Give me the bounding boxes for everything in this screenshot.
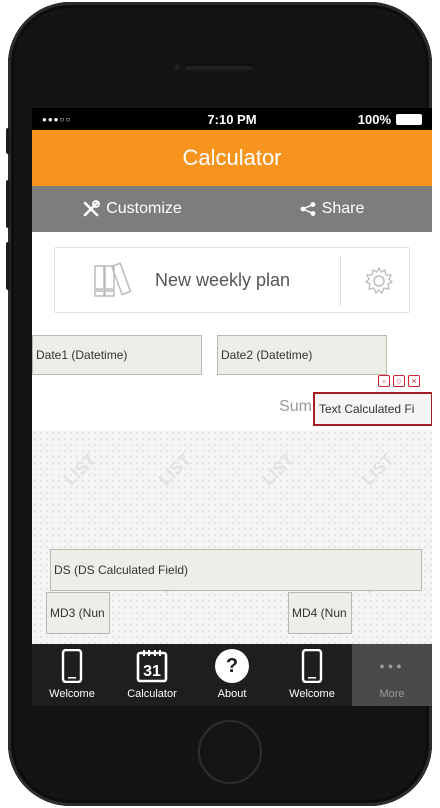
- earpiece-speaker: [184, 64, 254, 70]
- new-weekly-plan-button[interactable]: New weekly plan: [54, 247, 410, 313]
- text-calculated-field[interactable]: Text Calculated Fi: [313, 392, 432, 426]
- tab-welcome-2[interactable]: Welcome: [272, 644, 352, 706]
- page-title: Calculator: [182, 145, 282, 170]
- tab-about[interactable]: ? About: [192, 644, 272, 706]
- tab-calculator[interactable]: 31 Calculator: [112, 644, 192, 706]
- volume-down-button: [6, 242, 10, 290]
- card-divider: [340, 256, 341, 306]
- calendar-icon: 31: [136, 648, 168, 684]
- mute-switch: [6, 128, 10, 154]
- tab-label: Welcome: [289, 688, 335, 700]
- tab-label: About: [217, 688, 247, 700]
- ds-calculated-field[interactable]: DS (DS Calculated Field): [50, 549, 422, 591]
- action-toolbar: Customize Share: [32, 186, 432, 232]
- md3-number-field[interactable]: MD3 (Nun: [46, 592, 110, 634]
- app-title-bar: Calculator: [32, 130, 432, 186]
- more-dots-icon: ●●●: [379, 648, 404, 684]
- list-watermark: LIST: [60, 449, 100, 490]
- tab-label: Calculator: [127, 688, 177, 700]
- list-watermark: LIST: [155, 449, 195, 490]
- share-icon: [300, 202, 316, 216]
- tools-icon: [83, 200, 101, 217]
- status-time: 7:10 PM: [207, 111, 257, 127]
- customize-button[interactable]: Customize: [32, 200, 232, 218]
- close-icon[interactable]: ×: [408, 375, 420, 387]
- app-screen: ●●●○○ 7:10 PM 100% Calculator Customize: [32, 108, 432, 706]
- gear-icon[interactable]: [364, 266, 394, 296]
- sum-row: Sum Text Calculated Fi: [32, 388, 432, 430]
- edit-control-icon[interactable]: ▫: [378, 375, 390, 387]
- question-icon: ?: [215, 648, 249, 684]
- tab-label: Welcome: [49, 688, 95, 700]
- home-button[interactable]: [198, 720, 262, 784]
- phone-frame: ●●●○○ 7:10 PM 100% Calculator Customize: [6, 2, 432, 806]
- date2-field[interactable]: Date2 (Datetime): [217, 335, 387, 375]
- front-camera: [174, 64, 180, 70]
- plan-label: New weekly plan: [155, 269, 291, 290]
- md4-number-field[interactable]: MD4 (Nun: [288, 592, 352, 634]
- list-area: LIST LIST LIST LIST LIST LIST DS (DS Cal…: [32, 430, 432, 644]
- tab-welcome[interactable]: Welcome: [32, 644, 112, 706]
- bottom-tab-bar: Welcome 31 Calculator ? About Welcome ●●…: [32, 644, 432, 706]
- binders-icon: [94, 262, 132, 297]
- settings-control-icon[interactable]: ○: [393, 375, 405, 387]
- calendar-day: 31: [143, 663, 161, 680]
- share-label: Share: [321, 200, 365, 217]
- list-watermark: LIST: [258, 449, 298, 490]
- form-canvas: New weekly plan Date1 (Datetime) Date2 (…: [32, 232, 432, 644]
- question-glyph: ?: [215, 649, 249, 683]
- sum-label: Sum: [279, 398, 312, 415]
- list-watermark: LIST: [358, 449, 398, 490]
- share-button[interactable]: Share: [232, 200, 432, 218]
- date1-field[interactable]: Date1 (Datetime): [32, 335, 202, 375]
- volume-up-button: [6, 180, 10, 228]
- phone-icon: [61, 648, 83, 684]
- phone-icon: [301, 648, 323, 684]
- more-dots: ●●●: [379, 661, 405, 671]
- tab-more[interactable]: ●●● More: [352, 644, 432, 706]
- tab-label: More: [379, 688, 405, 700]
- status-bar: ●●●○○ 7:10 PM 100%: [32, 108, 432, 130]
- customize-label: Customize: [106, 200, 182, 217]
